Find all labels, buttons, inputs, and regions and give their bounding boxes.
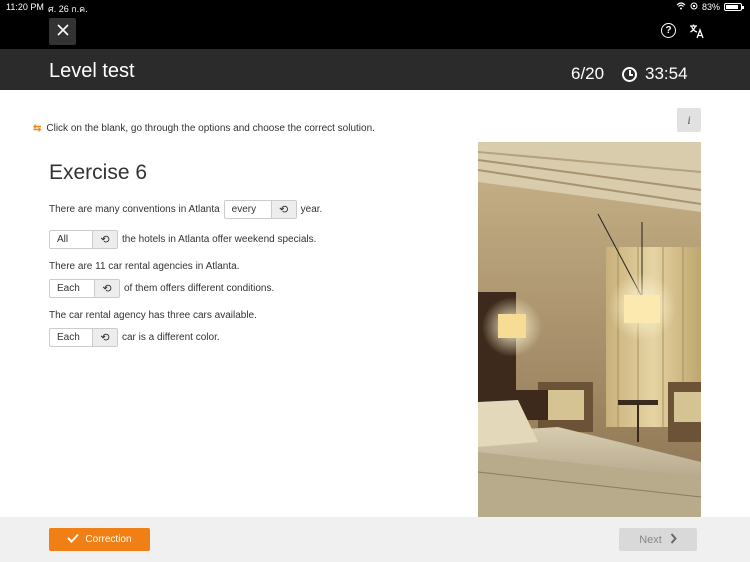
sentence-3: There are 11 car rental agencies in Atla… (49, 261, 239, 272)
sentence-1: There are many conventions in Atlanta ev… (49, 200, 322, 219)
lock-rotation-icon (690, 2, 698, 12)
sentence-text-after: of them offers different conditions. (124, 283, 275, 294)
refresh-icon[interactable]: ⟲ (94, 280, 119, 297)
footer: Correction Next (0, 517, 750, 562)
clock-icon (622, 66, 637, 82)
blank-value: every (231, 204, 257, 215)
sentence-text-after: car is a different color. (122, 332, 220, 343)
correction-button[interactable]: Correction (49, 528, 150, 551)
help-glyph: ? (665, 25, 672, 36)
header: Level test 6/20 33:54 (0, 49, 750, 90)
sentence-text-before: There are many conventions in Atlanta (49, 204, 220, 215)
chevron-right-icon (670, 532, 677, 547)
answer-blank-3[interactable]: Each ⟲ (49, 279, 120, 298)
battery-percent: 83% (701, 2, 720, 12)
info-icon: i (687, 112, 691, 127)
sentence-text-after: the hotels in Atlanta offer weekend spec… (122, 234, 317, 245)
refresh-icon[interactable]: ⟲ (92, 329, 117, 346)
close-button[interactable] (49, 18, 76, 45)
translate-icon[interactable] (689, 23, 705, 39)
swap-arrows-icon: ⇆ (33, 123, 42, 134)
sentence-2: All ⟲ the hotels in Atlanta offer weeken… (49, 230, 316, 249)
blank-value: All (57, 234, 69, 245)
next-button[interactable]: Next (619, 528, 697, 551)
close-icon (56, 23, 69, 41)
sentence-text: The car rental agency has three cars ava… (49, 310, 257, 321)
answer-blank-2[interactable]: All ⟲ (49, 230, 118, 249)
blank-value: Each (57, 283, 80, 294)
instruction-text: Click on the blank, go through the optio… (46, 123, 375, 134)
status-bar: 11:20 PM ศ. 26 ก.ค. 83% (0, 0, 750, 14)
timer-value: 33:54 (645, 64, 688, 83)
timer: 33:54 (622, 64, 688, 84)
battery-fill (726, 5, 738, 9)
question-circle-icon[interactable]: ? (661, 23, 676, 38)
sentence-6: Each ⟲ car is a different color. (49, 328, 220, 347)
status-time: 11:20 PM (6, 2, 44, 12)
page-title: Level test (49, 60, 135, 82)
sentence-text: There are 11 car rental agencies in Atla… (49, 261, 240, 272)
checkmark-icon (67, 533, 80, 546)
sentence-4: Each ⟲ of them offers different conditio… (49, 279, 274, 298)
question-progress: 6/20 (571, 64, 605, 83)
info-button[interactable]: i (677, 108, 701, 132)
answer-blank-4[interactable]: Each ⟲ (49, 328, 118, 347)
sentence-text-after: year. (300, 204, 323, 215)
exercise-title: Exercise 6 (49, 161, 148, 184)
battery-icon (724, 3, 744, 11)
next-label: Next (639, 533, 662, 546)
sentence-5: The car rental agency has three cars ava… (49, 310, 257, 321)
top-nav: ? (0, 14, 750, 49)
hotel-room-photo (478, 142, 701, 517)
answer-blank-1[interactable]: every ⟲ (223, 200, 297, 219)
status-right: 83% (676, 2, 744, 12)
wifi-icon (676, 2, 686, 12)
refresh-icon[interactable]: ⟲ (92, 231, 117, 248)
correction-label: Correction (85, 534, 132, 545)
blank-value: Each (57, 332, 80, 343)
instruction: ⇆ Click on the blank, go through the opt… (33, 123, 375, 134)
refresh-icon[interactable]: ⟲ (270, 201, 296, 218)
